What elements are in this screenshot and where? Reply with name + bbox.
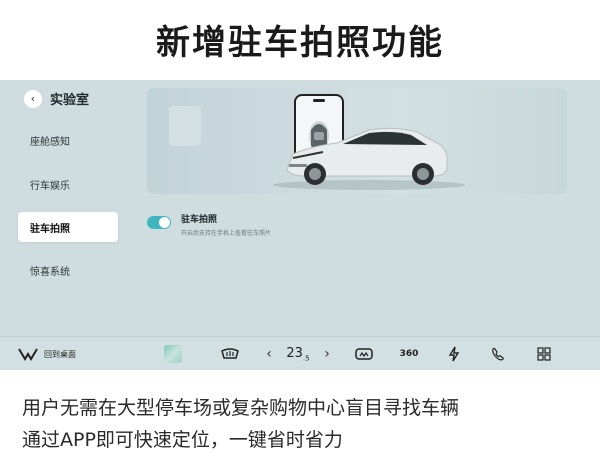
sidebar-item-parking-photo[interactable]: 驻车拍照	[18, 212, 118, 242]
apps-grid-button[interactable]	[534, 337, 554, 371]
car-screen: ‹ 实验室 座舱感知 行车娱乐 驻车拍照 惊喜系统 驻车拍照 开启后支持在手机上…	[0, 80, 600, 370]
rear-defrost-icon	[221, 348, 239, 359]
sidebar-item-cabin-sensing[interactable]: 座舱感知	[18, 125, 118, 155]
headline: 新增驻车拍照功能	[156, 22, 444, 63]
header: ‹ 实验室	[24, 89, 89, 108]
caption-line-1: 用户无需在大型停车场或复杂购物中心盲目寻找车辆	[22, 397, 460, 419]
front-defrost-icon	[355, 348, 373, 360]
sidebar-item-driving-entertainment[interactable]: 行车娱乐	[18, 169, 118, 199]
phone-icon	[492, 347, 504, 361]
front-defrost-button[interactable]	[352, 337, 376, 371]
home-label: 回到桌面	[44, 349, 76, 359]
app-thumbnail-icon	[164, 345, 182, 363]
parking-photo-toggle[interactable]	[147, 216, 171, 229]
setting-title: 驻车拍照	[181, 215, 218, 225]
temperature-display: 23.5	[280, 337, 316, 371]
parking-photo-setting: 驻车拍照 开启后支持在手机上查看驻车照片	[147, 212, 271, 237]
rear-defrost-button[interactable]	[218, 337, 242, 371]
back-button[interactable]: ‹	[24, 89, 42, 108]
feature-banner	[147, 88, 567, 194]
app-thumbnail[interactable]	[163, 337, 183, 371]
grid-icon	[537, 347, 551, 361]
chevron-left-icon: ‹	[266, 346, 272, 362]
temperature-value: 23.5	[286, 345, 310, 363]
logo-icon	[18, 348, 38, 361]
banner-illustration	[169, 94, 465, 190]
sidebar-item-label: 惊喜系统	[30, 266, 70, 278]
phone-button[interactable]	[488, 337, 508, 371]
sidebar-item-surprise-system[interactable]: 惊喜系统	[18, 255, 118, 285]
decor-shape	[169, 106, 201, 146]
setting-description: 开启后支持在手机上查看驻车照片	[181, 230, 272, 237]
sidebar-item-label: 座舱感知	[30, 136, 70, 148]
sidebar-item-label: 行车娱乐	[30, 180, 70, 192]
temp-down-button[interactable]: ‹	[262, 337, 276, 371]
home-button[interactable]: 回到桌面	[18, 337, 76, 371]
power-button[interactable]	[444, 337, 464, 371]
360-camera-button[interactable]: 360	[396, 337, 422, 371]
chevron-right-icon: ›	[324, 346, 330, 362]
temp-up-button[interactable]: ›	[320, 337, 334, 371]
caption: 用户无需在大型停车场或复杂购物中心盲目寻找车辆 通过APP即可快速定位，一键省时…	[22, 392, 592, 456]
chevron-left-icon: ‹	[30, 92, 36, 105]
power-icon	[448, 346, 460, 362]
page-title: 实验室	[50, 93, 90, 108]
caption-line-2: 通过APP即可快速定位，一键省时省力	[22, 429, 343, 451]
bottom-dock: 回到桌面 ‹ 23.5 › 360	[0, 336, 600, 370]
360-camera-icon: 360	[399, 349, 419, 359]
sidebar-item-label: 驻车拍照	[30, 223, 70, 235]
